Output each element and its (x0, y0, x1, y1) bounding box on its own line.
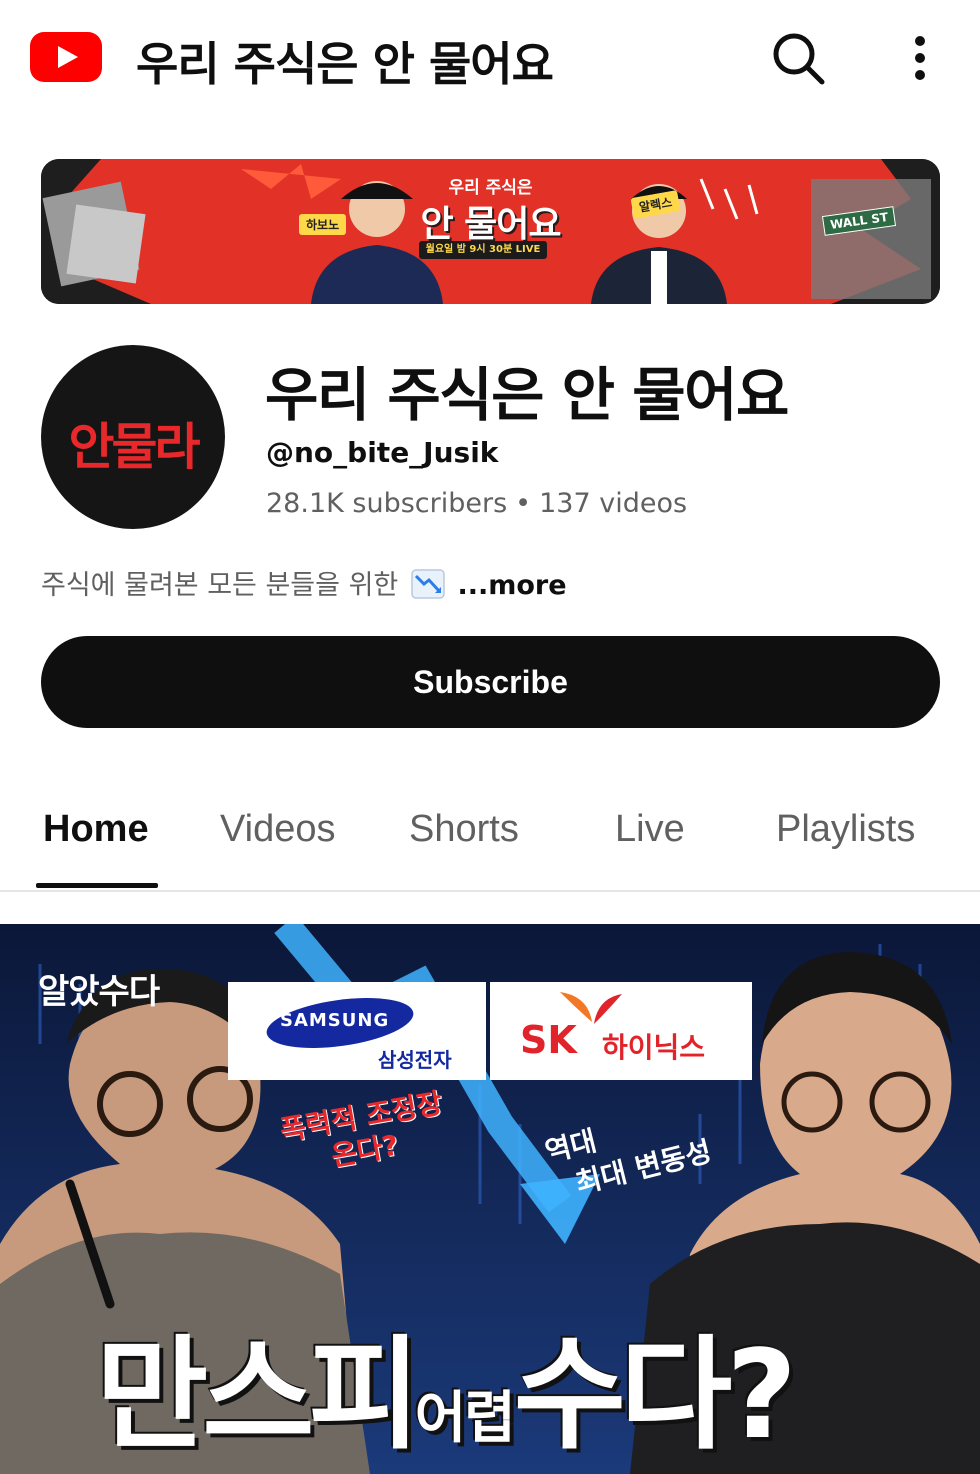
thumbnail-title-part-3: 수다? (513, 1324, 797, 1466)
banner-schedule: 월요일 밤 9시 30분 LIVE (419, 241, 547, 259)
thumbnail-title-part-1: 만스피 (96, 1324, 421, 1466)
channel-name: 우리 주식은 안 물어요 (265, 361, 789, 429)
samsung-logo-box: SAMSUNG 삼성전자 (228, 982, 486, 1080)
tab-videos[interactable]: Videos (220, 808, 336, 851)
samsung-korean: 삼성전자 (378, 1048, 452, 1072)
channel-handle: @no_bite_Jusik (266, 436, 499, 469)
channel-stats: 28.1K subscribers • 137 videos (266, 488, 687, 519)
channel-avatar[interactable]: 안물라 (41, 345, 225, 529)
tab-live[interactable]: Live (615, 808, 685, 851)
top-bar-title: 우리 주식은 안 물어요 (136, 37, 554, 91)
thumbnail-title-part-2: 어렵 (414, 1386, 516, 1451)
channel-tabs: Home Videos Shorts Live Playlists (0, 786, 980, 892)
youtube-logo-icon[interactable] (30, 32, 102, 82)
channel-description[interactable]: 주식에 물려본 모든 분들을 위한 ...more (41, 563, 567, 602)
sk-word: SK (520, 1018, 577, 1062)
subscribe-button[interactable]: Subscribe (41, 636, 940, 728)
chart-decreasing-icon (411, 569, 445, 599)
tab-home[interactable]: Home (43, 808, 149, 851)
video-count: 137 videos (539, 488, 688, 519)
search-icon[interactable] (770, 30, 826, 86)
sk-logo-box: SK 하이닉스 (490, 982, 752, 1080)
more-vertical-icon[interactable] (906, 34, 934, 84)
thumbnail-title: 만스피어렵수다? (96, 1296, 797, 1473)
thumbnail-corner-label: 알았수다 (38, 972, 160, 1012)
stats-separator: • (515, 488, 532, 519)
channel-banner: 우리 주식은 안 물어요 월요일 밤 9시 30분 LIVE 하보노 알렉스 W… (41, 159, 940, 304)
top-app-bar: 우리 주식은 안 물어요 (0, 0, 980, 118)
banner-host-left: 하보노 (299, 214, 347, 235)
active-tab-indicator (36, 883, 158, 888)
description-text: 주식에 물려본 모든 분들을 위한 (41, 570, 399, 601)
avatar-text: 안물라 (68, 418, 201, 476)
tab-playlists[interactable]: Playlists (776, 808, 915, 851)
samsung-word: SAMSUNG (280, 1010, 390, 1031)
tab-shorts[interactable]: Shorts (409, 808, 519, 851)
sk-korean: 하이닉스 (602, 1031, 706, 1064)
banner-big-title: 안 물어요 (420, 204, 561, 245)
featured-video-thumbnail[interactable]: 알았수다 SAMSUNG 삼성전자 SK 하이닉스 폭력적 조정장 온다? 역대… (0, 924, 980, 1474)
subscriber-count: 28.1K subscribers (266, 488, 508, 519)
description-more-link[interactable]: ...more (457, 570, 566, 601)
